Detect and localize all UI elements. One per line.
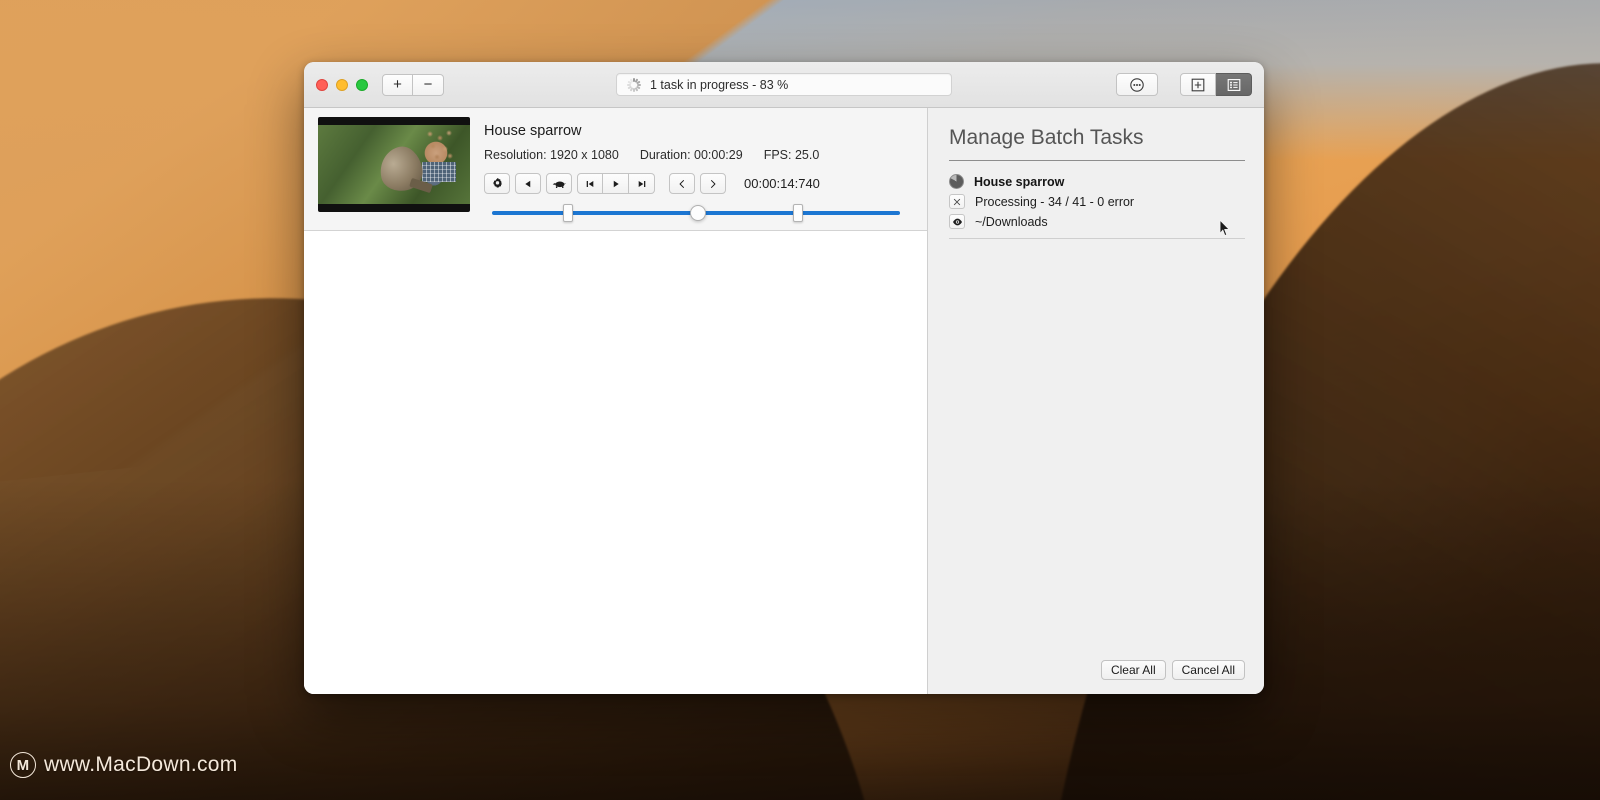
pie-progress-icon <box>949 174 964 189</box>
media-specs: Resolution: 1920 x 1080 Duration: 00:00:… <box>484 148 900 162</box>
panel-title: Manage Batch Tasks <box>949 126 1144 149</box>
watermark-text: www.MacDown.com <box>44 753 238 776</box>
thumbnail-feeder <box>422 162 456 182</box>
scrubber-in-marker[interactable] <box>563 204 573 222</box>
zoom-button[interactable] <box>356 78 368 91</box>
media-fps: FPS: 25.0 <box>763 148 820 162</box>
chevron-right-icon <box>711 179 716 188</box>
close-x-icon <box>953 198 961 205</box>
scrubber-playhead[interactable] <box>690 205 706 221</box>
toolbar-right-group <box>1116 73 1252 96</box>
macdown-logo-icon: M <box>10 752 36 778</box>
task-list: House sparrow Processing - 34 / 41 - 0 e… <box>949 172 1245 660</box>
cancel-task-button[interactable] <box>949 194 965 209</box>
remove-media-button[interactable]: − <box>413 73 444 96</box>
traffic-lights <box>316 78 368 91</box>
view-mode-segmented-control <box>1180 73 1252 96</box>
play-reverse-icon <box>525 180 531 187</box>
task-status-row: Processing - 34 / 41 - 0 error <box>949 192 1245 211</box>
reveal-in-finder-button[interactable] <box>949 214 965 229</box>
add-media-button[interactable]: + <box>382 73 413 96</box>
media-header: House sparrow Resolution: 1920 x 1080 Du… <box>304 108 927 231</box>
slow-motion-button[interactable] <box>546 173 572 194</box>
skip-to-start-button[interactable] <box>577 173 603 194</box>
task-name-row: House sparrow <box>949 172 1245 191</box>
batch-tasks-panel: Manage Batch Tasks House sparrow Process… <box>928 108 1264 694</box>
grid-view-button[interactable] <box>1180 73 1216 96</box>
thumbnail-seed-cluster <box>424 129 456 163</box>
previous-frame-button[interactable] <box>669 173 695 194</box>
task-path-row: ~/Downloads <box>949 212 1245 231</box>
task-status: Processing - 34 / 41 - 0 error <box>975 194 1135 209</box>
video-thumbnail[interactable] <box>318 117 470 212</box>
task-name: House sparrow <box>974 174 1065 189</box>
eye-icon <box>952 218 962 225</box>
play-icon <box>613 180 619 187</box>
chevron-left-icon <box>679 179 684 188</box>
ellipsis-circle-icon <box>1130 77 1144 92</box>
timecode-display: 00:00:14:740 <box>744 176 820 191</box>
minimize-button[interactable] <box>336 78 348 91</box>
media-pane: House sparrow Resolution: 1920 x 1080 Du… <box>304 108 928 694</box>
playback-controls: 00:00:14:740 <box>484 173 900 194</box>
media-title: House sparrow <box>484 123 582 139</box>
panel-footer: Clear All Cancel All <box>949 660 1245 680</box>
scrubber-out-marker[interactable] <box>793 204 803 222</box>
play-button[interactable] <box>603 173 629 194</box>
media-metadata: House sparrow Resolution: 1920 x 1080 Du… <box>484 117 900 230</box>
more-options-button[interactable] <box>1116 73 1158 96</box>
status-text: 1 task in progress - 83 % <box>650 77 789 92</box>
skip-start-icon <box>586 180 594 187</box>
list-view-button[interactable] <box>1216 73 1252 96</box>
desktop-wallpaper: + − 1 task in progress - 83 % House spar… <box>0 0 1600 800</box>
media-preview-area <box>304 231 927 694</box>
scrubber[interactable] <box>492 203 900 223</box>
watermark: M www.MacDown.com <box>10 752 238 778</box>
window-titlebar: + − 1 task in progress - 83 % <box>304 62 1264 108</box>
window-body: House sparrow Resolution: 1920 x 1080 Du… <box>304 108 1264 694</box>
list-view-icon <box>1227 78 1240 91</box>
play-reverse-button[interactable] <box>515 173 541 194</box>
next-frame-button[interactable] <box>700 173 726 194</box>
cancel-all-button[interactable]: Cancel All <box>1171 660 1245 680</box>
list-item[interactable]: House sparrow Processing - 34 / 41 - 0 e… <box>949 172 1245 239</box>
panel-title-rule <box>949 160 1245 161</box>
turtle-icon <box>552 181 566 188</box>
skip-end-icon <box>638 180 645 187</box>
app-window: + − 1 task in progress - 83 % House spar… <box>304 62 1264 694</box>
close-button[interactable] <box>316 78 328 91</box>
settings-button[interactable] <box>484 173 510 194</box>
mouse-cursor <box>1219 219 1230 237</box>
gear-icon <box>492 178 502 188</box>
add-remove-segmented-control: + − <box>382 73 444 96</box>
media-resolution: Resolution: 1920 x 1080 <box>484 148 619 162</box>
task-divider <box>949 238 1245 239</box>
progress-spinner-icon <box>627 77 641 92</box>
add-box-icon <box>1191 78 1205 91</box>
clear-all-button[interactable]: Clear All <box>1100 660 1166 680</box>
status-field: 1 task in progress - 83 % <box>616 73 952 96</box>
task-output-path: ~/Downloads <box>975 214 1048 229</box>
media-duration: Duration: 00:00:29 <box>639 148 743 162</box>
skip-to-end-button[interactable] <box>629 173 655 194</box>
transport-controls <box>577 173 655 194</box>
